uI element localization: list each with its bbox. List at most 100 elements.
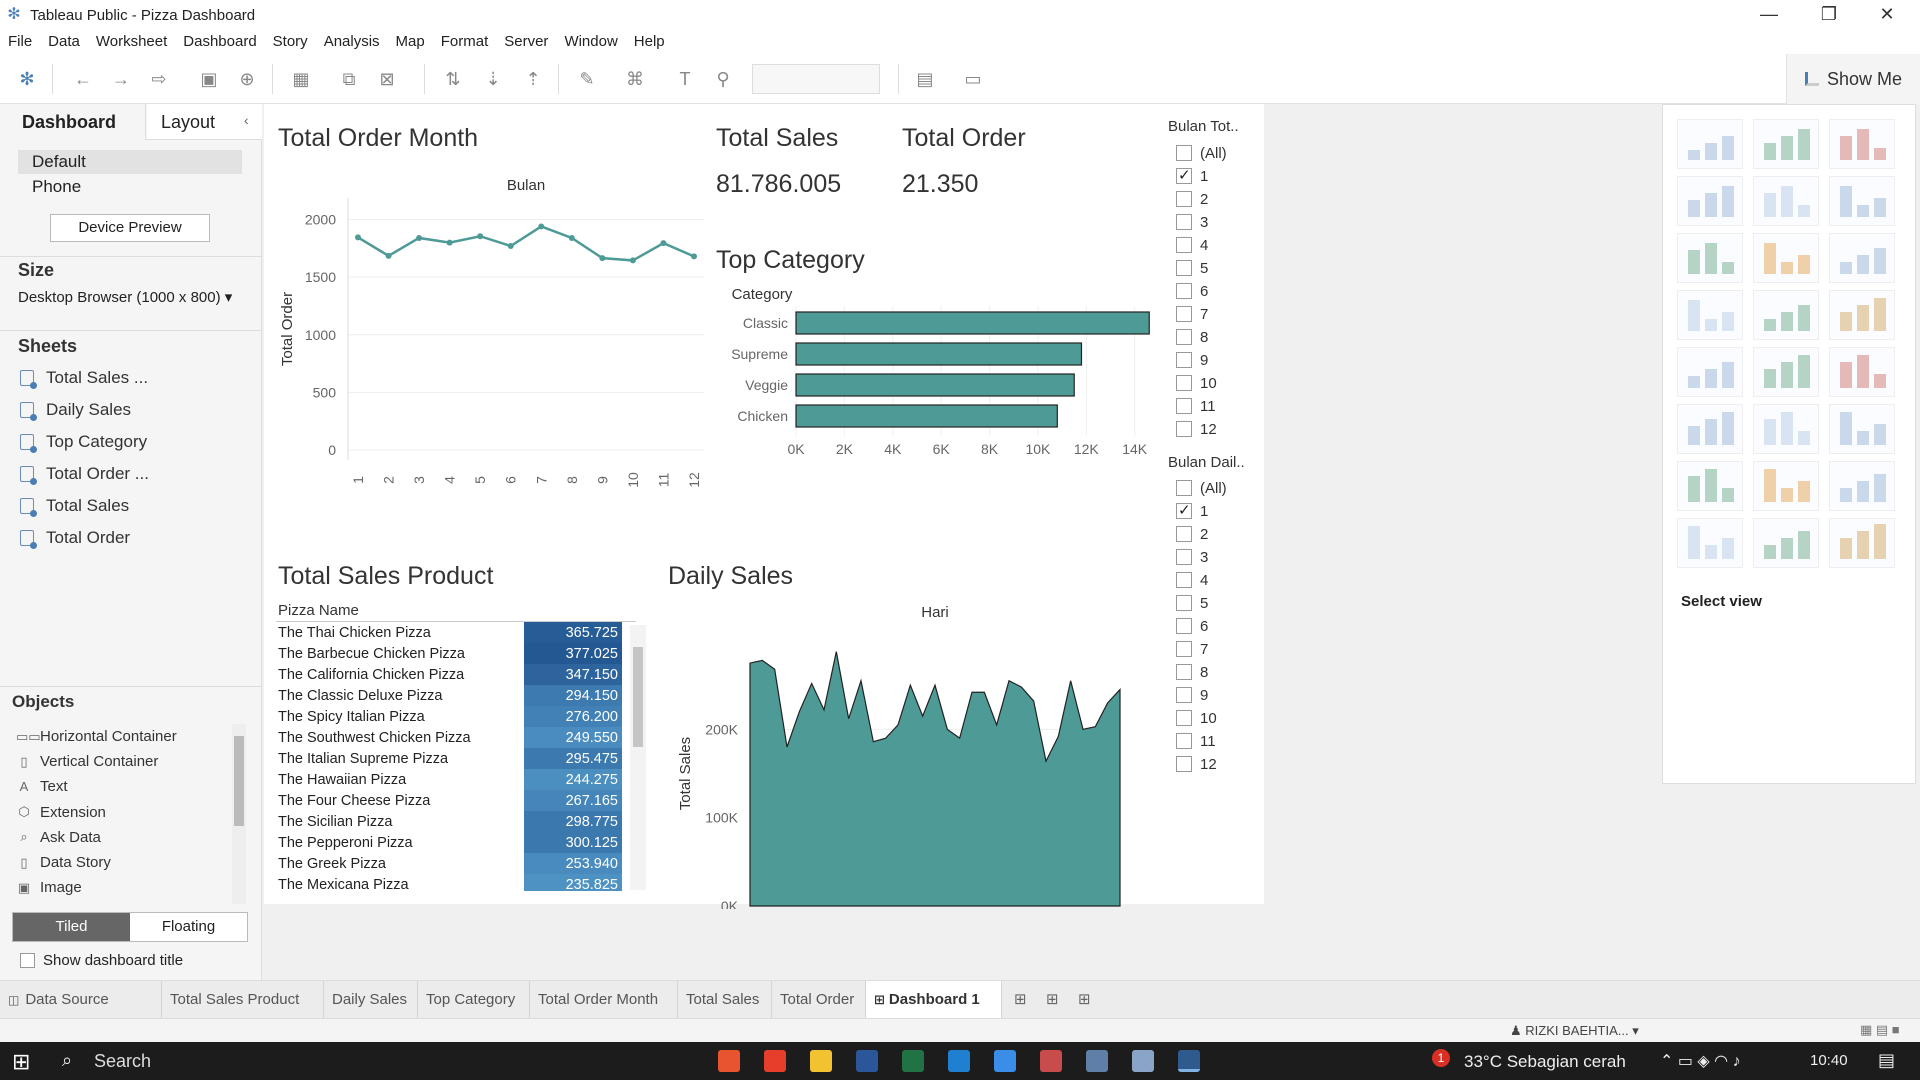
size-dropdown[interactable]: Desktop Browser (1000 x 800) ▾ <box>18 288 232 306</box>
filter-option[interactable]: 6 <box>1176 615 1208 637</box>
tableau-home-icon[interactable]: ✻ <box>16 68 38 90</box>
checkbox[interactable] <box>1176 480 1192 496</box>
checkbox[interactable] <box>1176 526 1192 542</box>
checkbox[interactable] <box>1176 260 1192 276</box>
menu-file[interactable]: File <box>0 30 40 54</box>
checkbox[interactable] <box>1176 375 1192 391</box>
filter-option[interactable]: 4 <box>1176 569 1208 591</box>
chart-type-thumbnail[interactable] <box>1677 518 1743 568</box>
sheet-tab[interactable]: Total Sales Product <box>162 981 324 1019</box>
checkbox[interactable] <box>1176 329 1192 345</box>
filter-option[interactable]: 2 <box>1176 188 1208 210</box>
chart-type-thumbnail[interactable] <box>1753 404 1819 454</box>
table-scrollbar[interactable] <box>630 625 646 890</box>
view-toggle-icon[interactable]: ▦ ▤ ■ <box>1860 1022 1900 1038</box>
app-icon-5[interactable] <box>1132 1050 1154 1072</box>
notifications-icon[interactable]: ▤ <box>1878 1050 1895 1071</box>
filter-option[interactable]: 10 <box>1176 372 1217 394</box>
table-row[interactable]: The Hawaiian Pizza 244.275 <box>276 769 622 790</box>
table-row[interactable]: The California Chicken Pizza 347.150 <box>276 664 622 685</box>
filter-option[interactable]: 11 <box>1176 730 1216 752</box>
checkbox[interactable] <box>1176 572 1192 588</box>
object-item[interactable]: ▭▭ Horizontal Container <box>16 728 177 745</box>
filter-option[interactable]: 3 <box>1176 211 1208 233</box>
brave-icon[interactable] <box>764 1050 786 1072</box>
sheet-tab[interactable]: ⊞ Dashboard 1 <box>866 981 1002 1019</box>
table-row[interactable]: The Italian Supreme Pizza 295.475 <box>276 748 622 769</box>
sheet-tab[interactable]: ◫ Data Source <box>0 981 162 1019</box>
menu-server[interactable]: Server <box>496 30 556 54</box>
table-row[interactable]: The Southwest Chicken Pizza 249.550 <box>276 727 622 748</box>
redo-icon[interactable]: → <box>110 68 132 90</box>
checkbox[interactable] <box>1176 641 1192 657</box>
show-me-button[interactable]: Show Me <box>1786 54 1920 104</box>
object-item[interactable]: ▯ Vertical Container <box>16 753 158 770</box>
checkbox[interactable] <box>1176 710 1192 726</box>
table-row[interactable]: The Pepperoni Pizza 300.125 <box>276 832 622 853</box>
tab-dashboard[interactable]: Dashboard <box>0 104 146 140</box>
sheet-tab[interactable]: Total Order <box>772 981 866 1019</box>
sales-product-table[interactable]: The Thai Chicken Pizza 365.725 The Barbecu… <box>276 621 636 891</box>
checkbox[interactable] <box>1176 191 1192 207</box>
checkbox[interactable] <box>1176 306 1192 322</box>
group-icon[interactable]: ⌘ <box>624 68 646 90</box>
close-icon[interactable]: ✕ <box>1858 0 1916 30</box>
undo-icon[interactable]: ← <box>72 68 94 90</box>
replay-icon[interactable]: ⇨ <box>148 68 170 90</box>
new-story-icon[interactable]: ⊞ <box>1078 990 1091 1008</box>
chart-type-thumbnail[interactable] <box>1677 461 1743 511</box>
save-icon[interactable]: ▣ <box>198 68 220 90</box>
minimize-icon[interactable]: — <box>1740 0 1798 30</box>
clock[interactable]: 10:40 <box>1810 1052 1848 1069</box>
chart-type-thumbnail[interactable] <box>1829 404 1895 454</box>
tiled-button[interactable]: Tiled <box>13 913 130 941</box>
device-default[interactable]: Default <box>18 150 242 174</box>
checkbox[interactable] <box>1176 501 1192 519</box>
checkbox[interactable] <box>1176 352 1192 368</box>
checkbox[interactable] <box>1176 687 1192 703</box>
chart-type-thumbnail[interactable] <box>1753 518 1819 568</box>
menu-window[interactable]: Window <box>556 30 625 54</box>
sheet-tab[interactable]: Total Sales <box>678 981 772 1019</box>
system-tray-icons[interactable]: ⌃ ▭ ◈ ◠ ♪ <box>1660 1051 1741 1071</box>
table-row[interactable]: The Spicy Italian Pizza 276.200 <box>276 706 622 727</box>
sheet-tab[interactable]: Total Order Month <box>530 981 678 1019</box>
checkbox[interactable] <box>1176 166 1192 184</box>
user-menu[interactable]: ♟ RIZKI BAEHTIA... ▾ <box>1510 1023 1639 1039</box>
checkbox[interactable] <box>1176 421 1192 437</box>
show-dashboard-title-checkbox[interactable]: Show dashboard title <box>20 952 183 969</box>
checkbox[interactable] <box>1176 756 1192 772</box>
table-row[interactable]: The Thai Chicken Pizza 365.725 <box>276 622 622 643</box>
chart-type-thumbnail[interactable] <box>1753 347 1819 397</box>
search-icon[interactable]: ⌕ <box>62 1050 72 1071</box>
checkbox[interactable] <box>1176 398 1192 414</box>
new-data-source-icon[interactable]: ⊕ <box>236 68 258 90</box>
table-row[interactable]: The Four Cheese Pizza 267.165 <box>276 790 622 811</box>
top-category-bar-chart[interactable]: Category 0K 2K 4K 6K 8K 10K 12K 14K Classic Suprem… <box>716 284 1176 474</box>
chart-type-thumbnail[interactable] <box>1829 233 1895 283</box>
filter-option[interactable]: 5 <box>1176 592 1208 614</box>
objects-scrollbar[interactable] <box>232 724 246 904</box>
windows-start-icon[interactable]: ⊞ <box>12 1049 30 1075</box>
duplicate-icon[interactable]: ⧉ <box>338 68 360 90</box>
vscode-icon[interactable] <box>948 1050 970 1072</box>
object-item[interactable]: ⌕ Ask Data <box>16 829 101 846</box>
presentation-mode-icon[interactable]: ▭ <box>962 68 984 90</box>
chart-type-thumbnail[interactable] <box>1829 347 1895 397</box>
chart-type-thumbnail[interactable] <box>1753 461 1819 511</box>
checkbox[interactable] <box>1176 237 1192 253</box>
chart-type-thumbnail[interactable] <box>1677 119 1743 169</box>
show-cards-icon[interactable]: ▤ <box>914 68 936 90</box>
collapse-panel-icon[interactable]: ‹ <box>244 112 249 128</box>
menu-analysis[interactable]: Analysis <box>316 30 388 54</box>
chart-type-thumbnail[interactable] <box>1753 119 1819 169</box>
table-row[interactable]: The Classic Deluxe Pizza 294.150 <box>276 685 622 706</box>
highlight-icon[interactable]: ✎ <box>576 68 598 90</box>
daily-sales-area-chart[interactable]: HariTotal Sales0K100K200K135791113151719… <box>668 599 1138 909</box>
menu-format[interactable]: Format <box>433 30 497 54</box>
object-item[interactable]: ▣ Image <box>16 879 82 896</box>
table-row[interactable]: The Sicilian Pizza 298.775 <box>276 811 622 832</box>
sheet-item[interactable]: Total Order ... <box>20 464 149 485</box>
new-worksheet-icon[interactable]: ▦ <box>290 68 312 90</box>
filter-option[interactable]: 12 <box>1176 418 1217 440</box>
